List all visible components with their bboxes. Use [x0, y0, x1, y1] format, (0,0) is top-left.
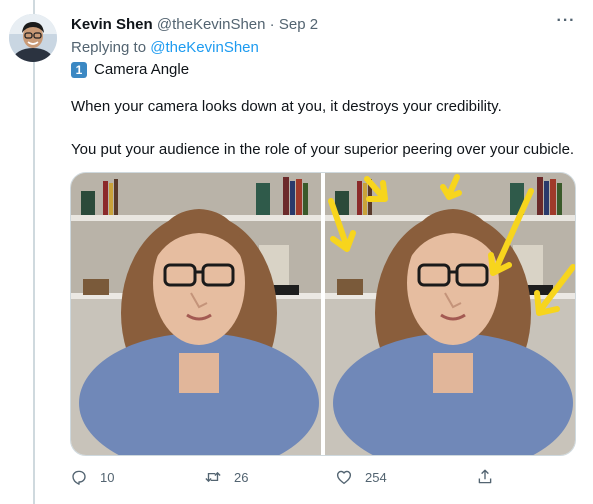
photo-right-image [325, 173, 575, 455]
retweet-icon [205, 471, 221, 483]
avatar-image [9, 14, 57, 62]
author-name[interactable]: Kevin Shen [71, 16, 153, 33]
title-text: Camera Angle [94, 61, 190, 78]
tweet[interactable]: Kevin Shen @theKevinShen · Sep 2 ··· Rep… [0, 0, 593, 504]
tweet-paragraph-2: You put your audience in the role of you… [71, 141, 575, 158]
media-photo-right[interactable] [325, 173, 575, 455]
share-icon [478, 469, 492, 484]
reply-count: 10 [100, 469, 115, 485]
tweet-title-line: 1 Camera Angle [71, 60, 189, 79]
like-icon [336, 470, 352, 485]
author-handle[interactable]: @theKevinShen [157, 16, 266, 33]
reply-icon [72, 470, 86, 485]
media-photo-left[interactable] [71, 173, 321, 455]
avatar[interactable] [9, 14, 57, 62]
like-button[interactable]: 254 [335, 468, 387, 486]
more-label: ··· [556, 12, 576, 29]
retweet-button[interactable]: 26 [204, 468, 248, 486]
tweet-actions: 10 26 254 [70, 468, 576, 490]
tweet-paragraph-1: When your camera looks down at you, it d… [71, 98, 502, 115]
header-separator: · [269, 16, 275, 33]
keycap-one-icon: 1 [71, 61, 87, 78]
replying-prefix: Replying to [71, 39, 147, 56]
replying-to: Replying to @theKevinShen [71, 38, 259, 57]
tweet-header: Kevin Shen @theKevinShen · Sep 2 [71, 15, 318, 34]
retweet-count: 26 [234, 469, 249, 485]
photo-left-image [71, 173, 321, 455]
reply-button[interactable]: 10 [70, 468, 114, 486]
tweet-media[interactable] [70, 172, 576, 456]
share-button[interactable] [476, 468, 506, 486]
like-count: 254 [365, 469, 387, 485]
replying-to-link[interactable]: @theKevinShen [150, 39, 259, 56]
more-icon[interactable]: ··· [554, 12, 578, 36]
tweet-date[interactable]: Sep 2 [279, 16, 318, 33]
